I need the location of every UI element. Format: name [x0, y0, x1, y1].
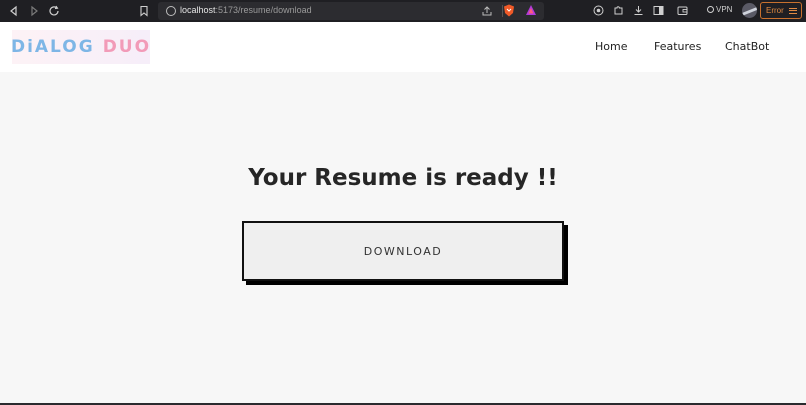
logo-word-dialog: DiALOG — [10, 37, 95, 57]
logo-word-duo: DUO — [102, 37, 152, 57]
reload-icon[interactable] — [46, 3, 62, 19]
error-label: Error — [766, 6, 784, 15]
sidebar-icon[interactable] — [653, 5, 664, 16]
forward-icon[interactable] — [26, 3, 42, 19]
url-text: localhost:5173/resume/download — [180, 5, 312, 15]
browser-toolbar: localhost:5173/resume/download VPN Error — [0, 0, 806, 22]
nav-chatbot[interactable]: ChatBot — [725, 40, 769, 53]
site-logo[interactable]: DiALOG DUO — [10, 30, 152, 64]
share-icon[interactable] — [481, 5, 493, 17]
vpn-button[interactable]: VPN — [707, 5, 732, 14]
globe-icon — [707, 6, 714, 13]
site-info-icon[interactable] — [166, 6, 176, 16]
profile-avatar[interactable] — [742, 3, 757, 18]
wallet-icon[interactable] — [677, 5, 688, 16]
download-icon[interactable] — [633, 5, 644, 16]
nav-features[interactable]: Features — [654, 40, 701, 53]
back-icon[interactable] — [6, 3, 22, 19]
nav-home[interactable]: Home — [595, 40, 627, 53]
bookmark-icon[interactable] — [136, 3, 152, 19]
brave-shield-icon[interactable] — [503, 4, 515, 17]
menu-icon — [788, 6, 797, 15]
camera-icon[interactable] — [593, 5, 604, 16]
download-button-wrapper: DOWNLOAD — [242, 221, 568, 285]
error-menu-button[interactable]: Error — [760, 2, 802, 19]
extensions-icon[interactable] — [613, 5, 624, 16]
address-bar[interactable]: localhost:5173/resume/download — [158, 2, 544, 20]
download-button[interactable]: DOWNLOAD — [242, 221, 564, 281]
brave-rewards-icon[interactable] — [525, 4, 537, 16]
site-header: DiALOG DUO Home Features ChatBot — [0, 22, 806, 72]
page-title: Your Resume is ready !! — [248, 165, 558, 191]
